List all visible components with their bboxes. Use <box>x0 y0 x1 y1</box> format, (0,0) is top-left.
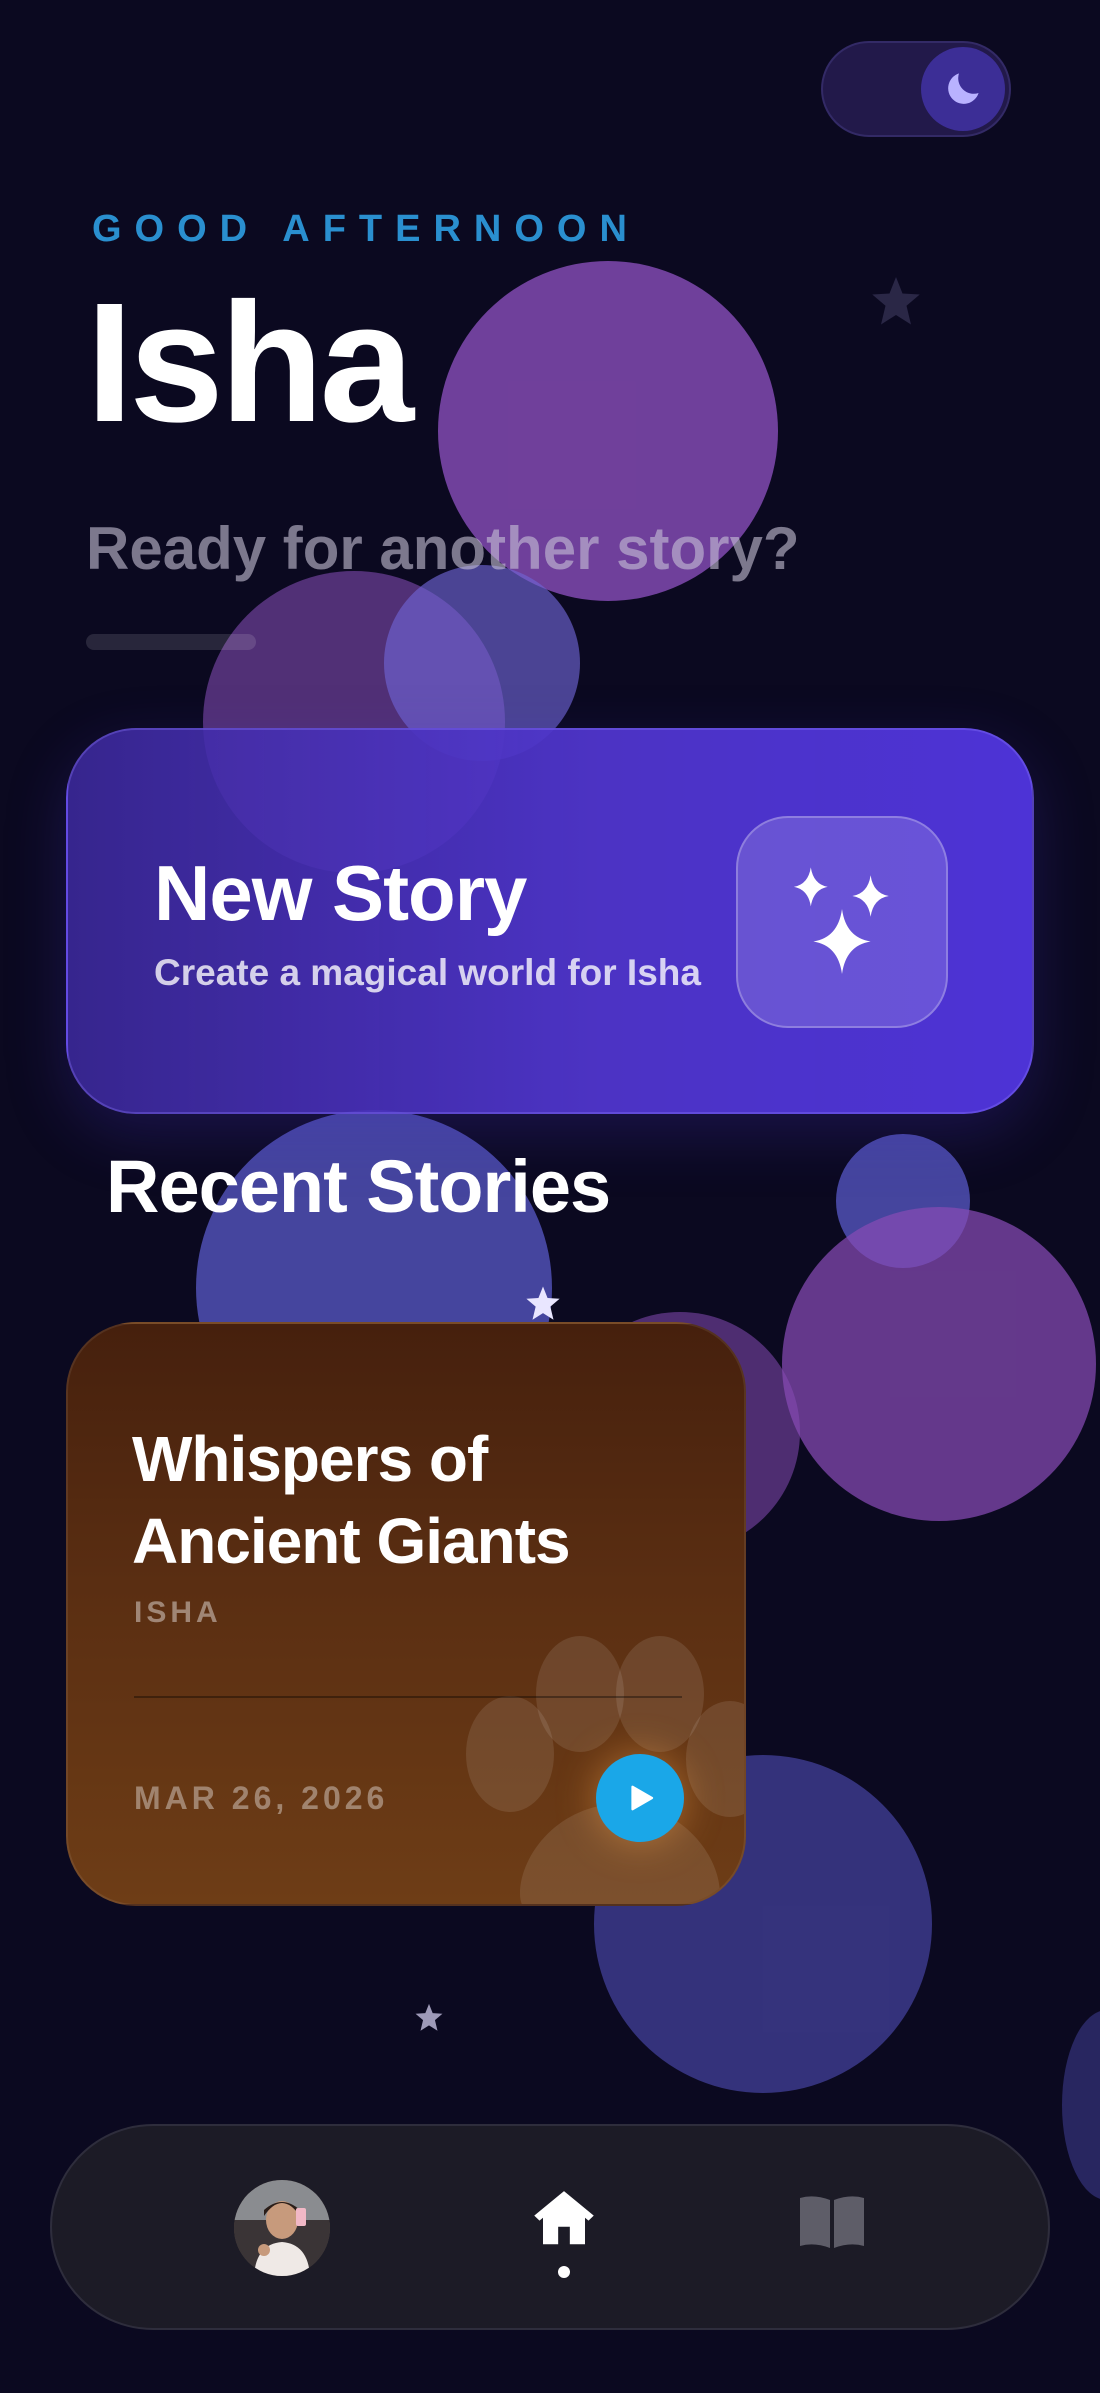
new-story-icon-box <box>736 816 948 1028</box>
home-icon <box>534 2191 594 2245</box>
active-indicator <box>558 2266 570 2278</box>
nav-library-button[interactable] <box>792 2186 872 2258</box>
home-screen: GOOD AFTERNOON Isha Ready for another st… <box>0 0 1100 2393</box>
recent-stories-heading: Recent Stories <box>106 1145 611 1228</box>
bottom-nav <box>50 2124 1050 2330</box>
toggle-knob <box>921 47 1005 131</box>
avatar[interactable] <box>234 2180 330 2276</box>
avatar-image <box>234 2180 330 2276</box>
story-date: MAR 26, 2026 <box>134 1780 389 1816</box>
star-icon <box>872 277 920 325</box>
page-subtitle: Ready for another story? <box>86 515 800 582</box>
paw-print-icon <box>466 1636 744 1904</box>
new-story-subtitle: Create a magical world for Isha <box>154 952 701 993</box>
sparkles-icon <box>793 867 889 974</box>
book-icon <box>800 2196 864 2248</box>
story-title: Whispers of Ancient Giants <box>132 1423 571 1577</box>
background-bubble <box>782 1207 1096 1521</box>
background-bubble <box>1062 2010 1100 2200</box>
background-bubble <box>836 1134 970 1268</box>
play-button[interactable] <box>596 1754 684 1842</box>
star-icon <box>526 1286 560 1320</box>
star-icon <box>415 2003 443 2031</box>
nav-home-button[interactable] <box>526 2180 602 2256</box>
subtitle-underline <box>86 634 256 650</box>
story-divider <box>134 1696 682 1698</box>
story-author: ISHA <box>134 1596 222 1629</box>
play-icon <box>631 1785 654 1811</box>
greeting-label: GOOD AFTERNOON <box>92 208 640 250</box>
new-story-button[interactable]: New Story Create a magical world for Ish… <box>66 728 1034 1114</box>
theme-toggle[interactable] <box>821 41 1011 137</box>
story-card[interactable]: Whispers of Ancient Giants ISHA MAR 26, … <box>66 1322 746 1906</box>
moon-icon <box>948 73 979 104</box>
new-story-title: New Story <box>154 849 527 937</box>
user-name: Isha <box>86 268 414 458</box>
